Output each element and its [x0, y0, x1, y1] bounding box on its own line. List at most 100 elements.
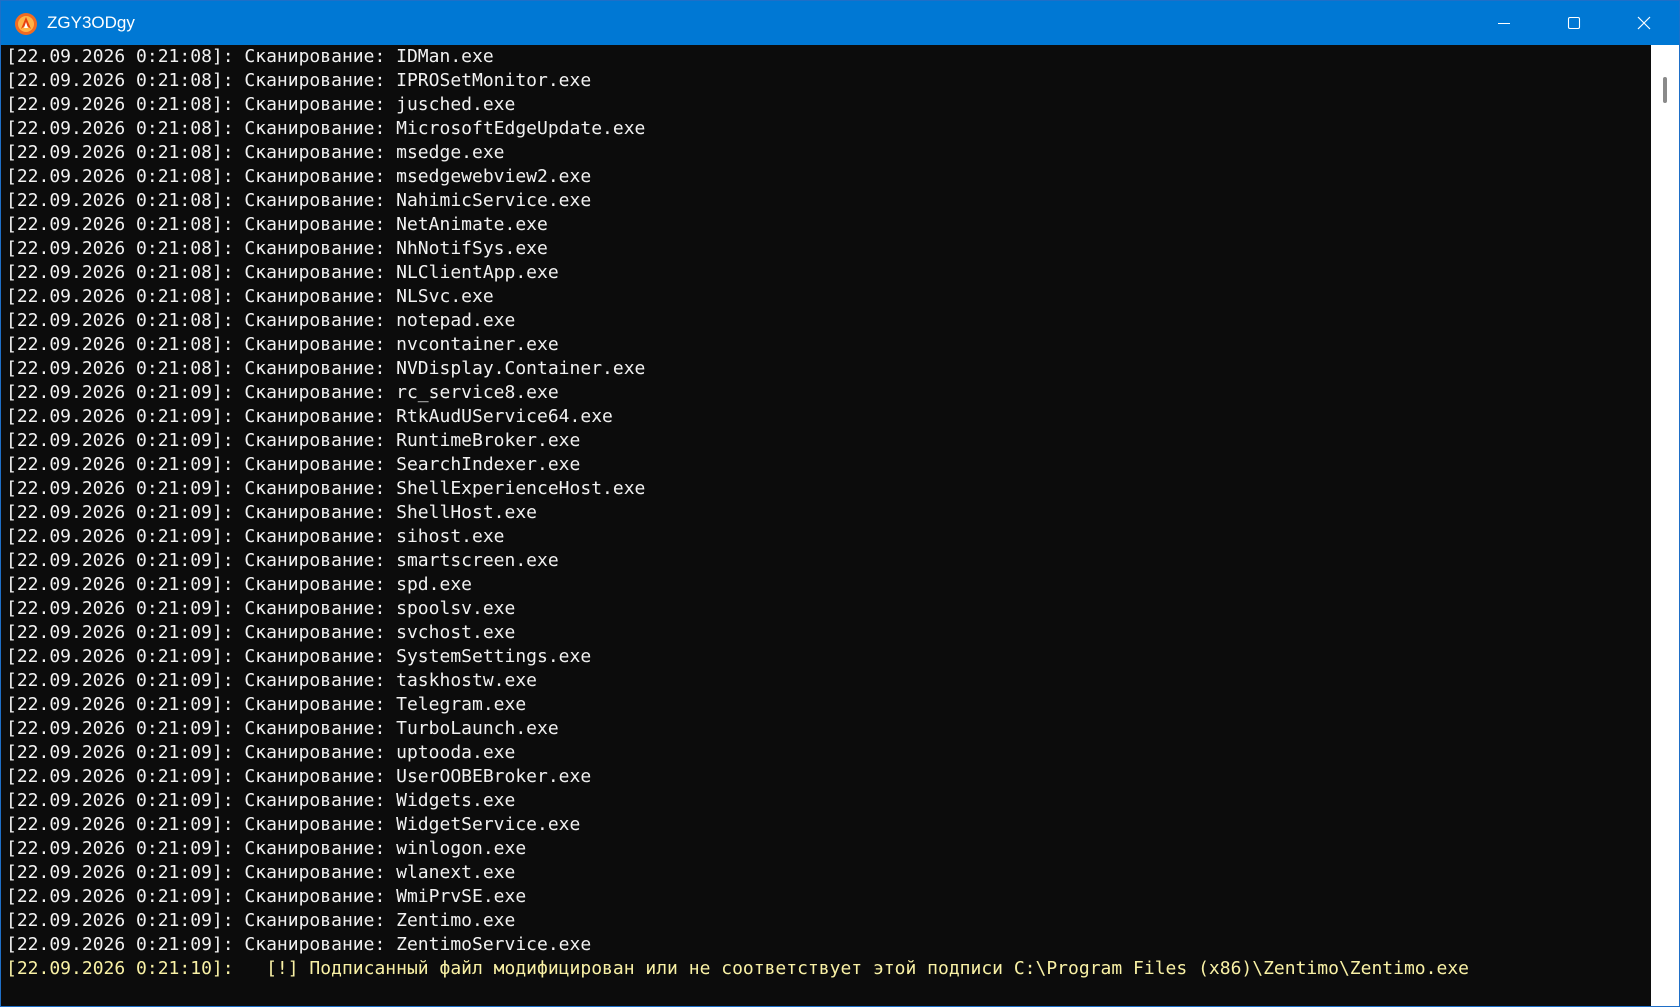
- log-timestamp: [22.09.2026 0:21:09]:: [6, 934, 234, 955]
- minimize-button[interactable]: [1469, 1, 1539, 45]
- log-timestamp: [22.09.2026 0:21:09]:: [6, 670, 234, 691]
- log-line: [22.09.2026 0:21:09]: Сканирование: Tele…: [6, 693, 1651, 717]
- log-timestamp: [22.09.2026 0:21:09]:: [6, 502, 234, 523]
- vertical-scrollbar[interactable]: [1651, 45, 1679, 1006]
- log-line: [22.09.2026 0:21:08]: Сканирование: NLSv…: [6, 285, 1651, 309]
- log-line: [22.09.2026 0:21:08]: Сканирование: IDMa…: [6, 45, 1651, 69]
- log-message: Сканирование: SearchIndexer.exe: [233, 454, 581, 475]
- log-message: Сканирование: svchost.exe: [233, 622, 516, 643]
- log-timestamp: [22.09.2026 0:21:09]:: [6, 742, 234, 763]
- log-line: [22.09.2026 0:21:09]: Сканирование: Widg…: [6, 789, 1651, 813]
- log-timestamp: [22.09.2026 0:21:09]:: [6, 430, 234, 451]
- console-output[interactable]: [22.09.2026 0:21:08]: Сканирование: IDMa…: [1, 45, 1651, 1006]
- log-timestamp: [22.09.2026 0:21:08]:: [6, 118, 234, 139]
- log-message: Сканирование: RuntimeBroker.exe: [233, 430, 581, 451]
- log-timestamp: [22.09.2026 0:21:08]:: [6, 334, 234, 355]
- log-line: [22.09.2026 0:21:09]: Сканирование: WmiP…: [6, 885, 1651, 909]
- log-message: Сканирование: TurboLaunch.exe: [233, 718, 559, 739]
- log-message: Сканирование: notepad.exe: [233, 310, 516, 331]
- minimize-icon: [1496, 15, 1512, 31]
- log-message: [!] Подписанный файл модифицирован или н…: [233, 958, 1469, 979]
- log-message: Сканирование: NLSvc.exe: [233, 286, 494, 307]
- log-message: Сканирование: NahimicService.exe: [233, 190, 592, 211]
- log-message: Сканирование: ShellExperienceHost.exe: [233, 478, 646, 499]
- log-timestamp: [22.09.2026 0:21:09]:: [6, 766, 234, 787]
- log-timestamp: [22.09.2026 0:21:09]:: [6, 910, 234, 931]
- log-message: Сканирование: MicrosoftEdgeUpdate.exe: [233, 118, 646, 139]
- log-message: Сканирование: SystemSettings.exe: [233, 646, 592, 667]
- log-message: Сканирование: NhNotifSys.exe: [233, 238, 548, 259]
- log-timestamp: [22.09.2026 0:21:09]:: [6, 790, 234, 811]
- log-timestamp: [22.09.2026 0:21:08]:: [6, 142, 234, 163]
- log-message: Сканирование: RtkAudUService64.exe: [233, 406, 613, 427]
- maximize-button[interactable]: [1539, 1, 1609, 45]
- console-window: ZGY3ODgy [22.09.2026 0:21:08]: Сканирова…: [0, 0, 1680, 1007]
- log-timestamp: [22.09.2026 0:21:08]:: [6, 166, 234, 187]
- log-timestamp: [22.09.2026 0:21:08]:: [6, 286, 234, 307]
- log-message: Сканирование: NetAnimate.exe: [233, 214, 548, 235]
- log-message: Сканирование: rc_service8.exe: [233, 382, 559, 403]
- log-line: [22.09.2026 0:21:08]: Сканирование: msed…: [6, 165, 1651, 189]
- log-timestamp: [22.09.2026 0:21:09]:: [6, 622, 234, 643]
- log-message: Сканирование: msedgewebview2.exe: [233, 166, 592, 187]
- log-line: [22.09.2026 0:21:08]: Сканирование: msed…: [6, 141, 1651, 165]
- log-timestamp: [22.09.2026 0:21:09]:: [6, 694, 234, 715]
- log-line: [22.09.2026 0:21:09]: Сканирование: Runt…: [6, 429, 1651, 453]
- log-line: [22.09.2026 0:21:09]: Сканирование: spoo…: [6, 597, 1651, 621]
- log-timestamp: [22.09.2026 0:21:08]:: [6, 214, 234, 235]
- log-timestamp: [22.09.2026 0:21:08]:: [6, 70, 234, 91]
- log-timestamp: [22.09.2026 0:21:09]:: [6, 862, 234, 883]
- window-title: ZGY3ODgy: [47, 13, 135, 32]
- log-message: Сканирование: winlogon.exe: [233, 838, 527, 859]
- log-timestamp: [22.09.2026 0:21:09]:: [6, 454, 234, 475]
- log-line: [22.09.2026 0:21:08]: Сканирование: NLCl…: [6, 261, 1651, 285]
- log-line: [22.09.2026 0:21:08]: Сканирование: Nahi…: [6, 189, 1651, 213]
- log-message: Сканирование: spd.exe: [233, 574, 472, 595]
- log-line: [22.09.2026 0:21:08]: Сканирование: NetA…: [6, 213, 1651, 237]
- log-message: Сканирование: ShellHost.exe: [233, 502, 538, 523]
- maximize-icon: [1566, 15, 1582, 31]
- log-line: [22.09.2026 0:21:09]: Сканирование: rc_s…: [6, 381, 1651, 405]
- log-line: [22.09.2026 0:21:09]: Сканирование: Syst…: [6, 645, 1651, 669]
- log-timestamp: [22.09.2026 0:21:09]:: [6, 526, 234, 547]
- log-timestamp: [22.09.2026 0:21:08]:: [6, 358, 234, 379]
- log-message: Сканирование: msedge.exe: [233, 142, 505, 163]
- log-line: [22.09.2026 0:21:09]: Сканирование: upto…: [6, 741, 1651, 765]
- app-logo-icon: [14, 12, 38, 36]
- log-message: Сканирование: WmiPrvSE.exe: [233, 886, 527, 907]
- log-line: [22.09.2026 0:21:09]: Сканирование: Zent…: [6, 909, 1651, 933]
- log-line: [22.09.2026 0:21:08]: Сканирование: Micr…: [6, 117, 1651, 141]
- close-button[interactable]: [1609, 1, 1679, 45]
- log-line: [22.09.2026 0:21:09]: Сканирование: User…: [6, 765, 1651, 789]
- log-message: Сканирование: WidgetService.exe: [233, 814, 581, 835]
- log-line: [22.09.2026 0:21:08]: Сканирование: NhNo…: [6, 237, 1651, 261]
- log-timestamp: [22.09.2026 0:21:09]:: [6, 886, 234, 907]
- log-timestamp: [22.09.2026 0:21:10]:: [6, 958, 234, 979]
- log-message: Сканирование: NLClientApp.exe: [233, 262, 559, 283]
- log-timestamp: [22.09.2026 0:21:09]:: [6, 406, 234, 427]
- log-message: Сканирование: wlanext.exe: [233, 862, 516, 883]
- log-line: [22.09.2026 0:21:08]: Сканирование: note…: [6, 309, 1651, 333]
- log-timestamp: [22.09.2026 0:21:08]:: [6, 238, 234, 259]
- close-icon: [1636, 15, 1652, 31]
- log-line-warning: [22.09.2026 0:21:10]: [!] Подписанный фа…: [6, 957, 1651, 981]
- log-timestamp: [22.09.2026 0:21:09]:: [6, 382, 234, 403]
- log-message: Сканирование: Zentimo.exe: [233, 910, 516, 931]
- log-line: [22.09.2026 0:21:09]: Сканирование: Sear…: [6, 453, 1651, 477]
- log-message: Сканирование: spoolsv.exe: [233, 598, 516, 619]
- log-line: [22.09.2026 0:21:09]: Сканирование: svch…: [6, 621, 1651, 645]
- scrollbar-thumb[interactable]: [1663, 77, 1667, 103]
- log-message: Сканирование: IDMan.exe: [233, 46, 494, 67]
- log-line: [22.09.2026 0:21:09]: Сканирование: winl…: [6, 837, 1651, 861]
- log-message: Сканирование: uptooda.exe: [233, 742, 516, 763]
- log-line: [22.09.2026 0:21:09]: Сканирование: RtkA…: [6, 405, 1651, 429]
- log-timestamp: [22.09.2026 0:21:09]:: [6, 646, 234, 667]
- log-timestamp: [22.09.2026 0:21:08]:: [6, 46, 234, 67]
- log-line: [22.09.2026 0:21:09]: Сканирование: spd.…: [6, 573, 1651, 597]
- log-message: Сканирование: smartscreen.exe: [233, 550, 559, 571]
- log-timestamp: [22.09.2026 0:21:09]:: [6, 550, 234, 571]
- log-line: [22.09.2026 0:21:09]: Сканирование: Zent…: [6, 933, 1651, 957]
- log-line: [22.09.2026 0:21:09]: Сканирование: wlan…: [6, 861, 1651, 885]
- log-line: [22.09.2026 0:21:09]: Сканирование: Turb…: [6, 717, 1651, 741]
- title-bar[interactable]: ZGY3ODgy: [1, 1, 1679, 45]
